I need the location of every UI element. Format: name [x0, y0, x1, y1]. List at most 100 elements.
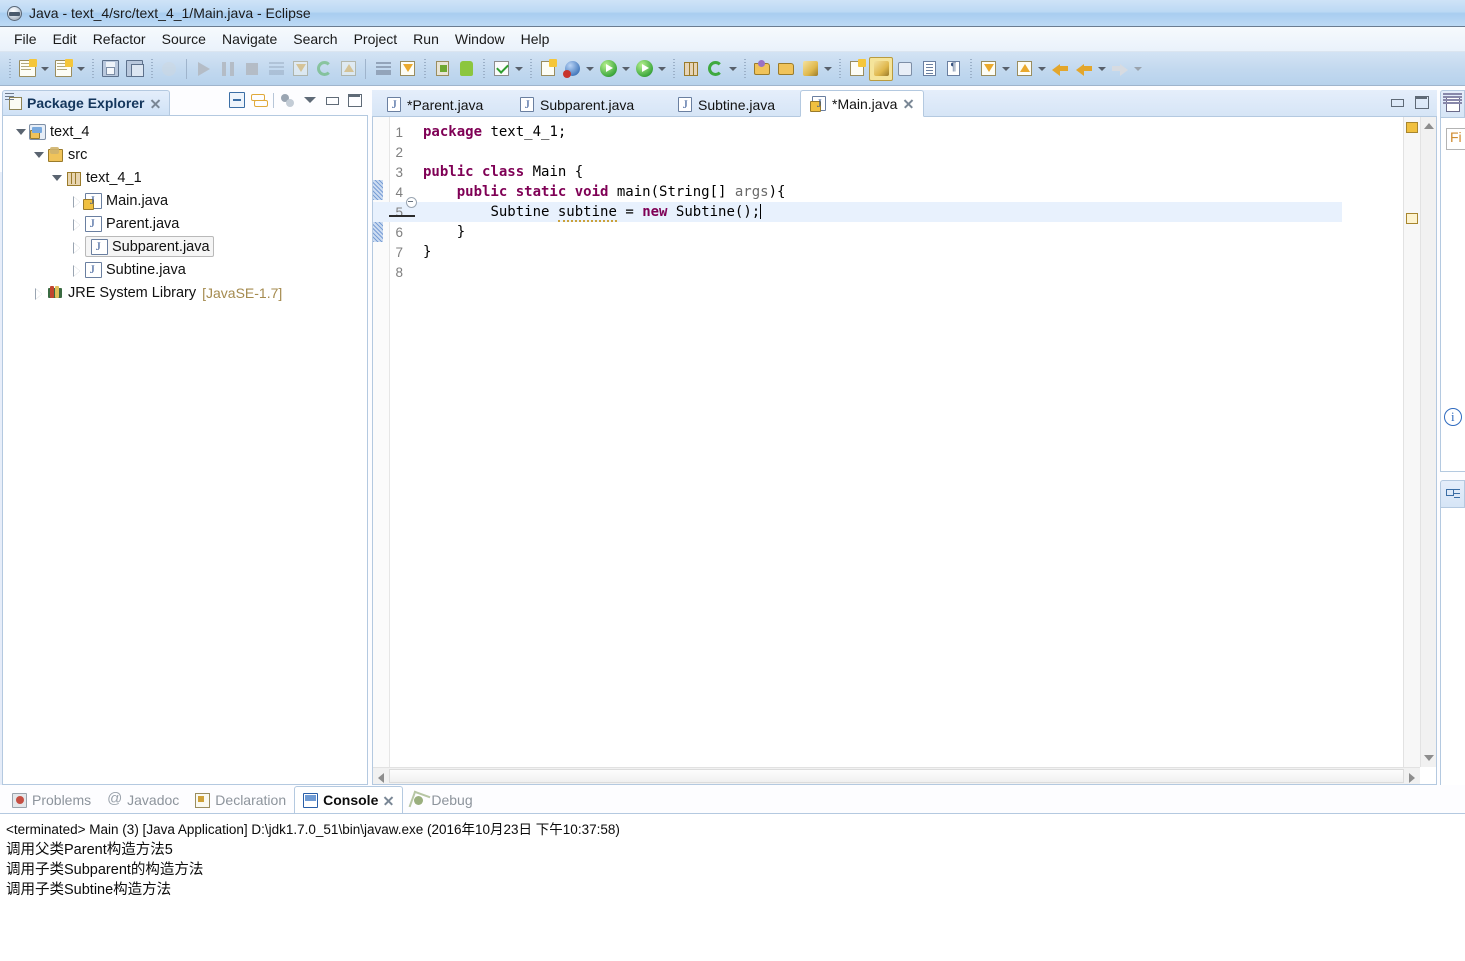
new-java-file-button[interactable] [51, 57, 75, 81]
tree-item-parent-java[interactable]: Parent.java [3, 212, 367, 235]
last-edit-location-button[interactable] [1048, 57, 1072, 81]
maximize-icon[interactable] [1413, 94, 1429, 110]
back-button[interactable] [1072, 57, 1096, 81]
save-button[interactable] [98, 57, 122, 81]
toolbar-grip-2[interactable] [90, 59, 95, 79]
external-tools-dropdown[interactable] [727, 58, 739, 80]
debug-dropdown[interactable] [584, 58, 596, 80]
twisty-closed-icon[interactable] [69, 263, 83, 277]
coverage-dropdown[interactable] [656, 58, 668, 80]
skip-breakpoints-button[interactable] [157, 57, 181, 81]
toolbar-grip-7[interactable] [671, 59, 676, 79]
toolbar-grip-10[interactable] [968, 59, 973, 79]
new-task-button[interactable] [395, 57, 419, 81]
paragraph-marks-button[interactable] [941, 57, 965, 81]
twisty-closed-icon[interactable] [69, 217, 83, 231]
twisty-closed-icon[interactable] [69, 194, 83, 208]
previous-annotation-dropdown[interactable] [1036, 58, 1048, 80]
tree-item-text_4_1[interactable]: text_4_1 [3, 166, 367, 189]
collapse-all-icon[interactable] [229, 92, 245, 108]
search-button[interactable] [845, 57, 869, 81]
highlight-button[interactable] [869, 57, 893, 81]
toolbar-grip-3[interactable] [149, 59, 154, 79]
horizontal-scroll-thumb[interactable] [389, 769, 1404, 783]
twisty-open-icon[interactable] [13, 125, 27, 139]
console-output[interactable]: <terminated> Main (3) [Java Application]… [0, 813, 1465, 961]
annotate-dropdown[interactable] [822, 58, 834, 80]
toolbar-grip-6[interactable] [528, 59, 533, 79]
menu-file[interactable]: File [6, 29, 45, 49]
debug-button[interactable] [560, 57, 584, 81]
android-avd-manager-button[interactable] [454, 57, 478, 81]
tab-main-java[interactable]: *Main.java [800, 90, 924, 117]
new-java-file-dropdown[interactable] [75, 58, 87, 80]
save-all-button[interactable] [122, 57, 146, 81]
menu-project[interactable]: Project [346, 29, 406, 49]
menu-navigate[interactable]: Navigate [214, 29, 285, 49]
show-whitespace-button[interactable] [917, 57, 941, 81]
menu-source[interactable]: Source [154, 29, 214, 49]
scroll-up-icon[interactable] [1424, 123, 1434, 129]
editor-body[interactable]: 1 package text_4_1; 2 3 public class Mai… [372, 117, 1437, 785]
tab-subtine-java[interactable]: Subtine.java [667, 92, 784, 117]
annotate-button[interactable] [798, 57, 822, 81]
tab-problems[interactable]: Problems [4, 787, 99, 813]
run-button[interactable] [596, 57, 620, 81]
tab-declaration[interactable]: Declaration [187, 787, 294, 813]
tab-package-explorer[interactable]: Package Explorer [2, 90, 170, 115]
minimize-icon[interactable] [324, 92, 340, 108]
editor-horizontal-scrollbar[interactable] [373, 767, 1420, 784]
twisty-open-icon[interactable] [31, 148, 45, 162]
android-sdk-manager-button[interactable] [430, 57, 454, 81]
spell-check-button[interactable] [893, 57, 917, 81]
coverage-button[interactable] [632, 57, 656, 81]
tree-item-subtine-java[interactable]: Subtine.java [3, 258, 367, 281]
new-wizard-dropdown[interactable] [39, 58, 51, 80]
menu-search[interactable]: Search [285, 29, 345, 49]
tree-item-main-java[interactable]: Main.java [3, 189, 367, 212]
tab-task-list[interactable] [1440, 90, 1465, 117]
overview-ruler[interactable] [1403, 117, 1420, 767]
toolbar-grip-9[interactable] [837, 59, 842, 79]
twisty-closed-icon[interactable] [31, 286, 45, 300]
toolbar-grip-4[interactable] [422, 59, 427, 79]
tree-item-jre-system-library[interactable]: JRE System Library [JavaSE-1.7] [3, 281, 367, 304]
editor-vertical-scrollbar[interactable] [1420, 117, 1436, 767]
twisty-closed-icon[interactable] [69, 240, 83, 254]
next-annotation-button[interactable] [976, 57, 1000, 81]
open-folder-button[interactable] [774, 57, 798, 81]
scroll-left-icon[interactable] [378, 773, 384, 783]
tree-item-subparent-java[interactable]: Subparent.java [3, 235, 367, 258]
run-dropdown[interactable] [620, 58, 632, 80]
menu-edit[interactable]: Edit [45, 29, 85, 49]
next-annotation-dropdown[interactable] [1000, 58, 1012, 80]
filter-input[interactable]: Fi [1446, 128, 1465, 150]
twisty-open-icon[interactable] [49, 171, 63, 185]
menu-window[interactable]: Window [447, 29, 513, 49]
new-package-button[interactable] [679, 57, 703, 81]
tab-subparent-java[interactable]: Subparent.java [509, 92, 643, 117]
close-icon[interactable] [383, 795, 394, 806]
tab-outline[interactable] [1440, 480, 1465, 507]
view-menu-icon[interactable] [302, 92, 318, 108]
close-icon[interactable] [903, 98, 914, 109]
close-icon[interactable] [150, 98, 161, 109]
mark-occurrences-dropdown[interactable] [513, 58, 525, 80]
overview-occurrence-marker[interactable] [1406, 213, 1418, 224]
menu-run[interactable]: Run [405, 29, 447, 49]
tree-item-text_4[interactable]: text_4 [3, 120, 367, 143]
menu-help[interactable]: Help [513, 29, 558, 49]
mark-occurrences-button[interactable] [489, 57, 513, 81]
tab-parent-java[interactable]: *Parent.java [376, 92, 492, 117]
overview-warning-marker[interactable] [1406, 122, 1418, 133]
open-resource-button[interactable] [750, 57, 774, 81]
tab-javadoc[interactable]: Javadoc [99, 787, 187, 813]
toolbar-grip-8[interactable] [742, 59, 747, 79]
focus-active-task-icon[interactable] [280, 92, 296, 108]
tab-console[interactable]: Console [294, 786, 403, 813]
link-with-editor-icon[interactable] [251, 92, 267, 108]
scroll-down-icon[interactable] [1424, 755, 1434, 761]
previous-annotation-button[interactable] [1012, 57, 1036, 81]
code-text-area[interactable]: 1 package text_4_1; 2 3 public class Mai… [373, 122, 1402, 762]
menu-refactor[interactable]: Refactor [85, 29, 154, 49]
